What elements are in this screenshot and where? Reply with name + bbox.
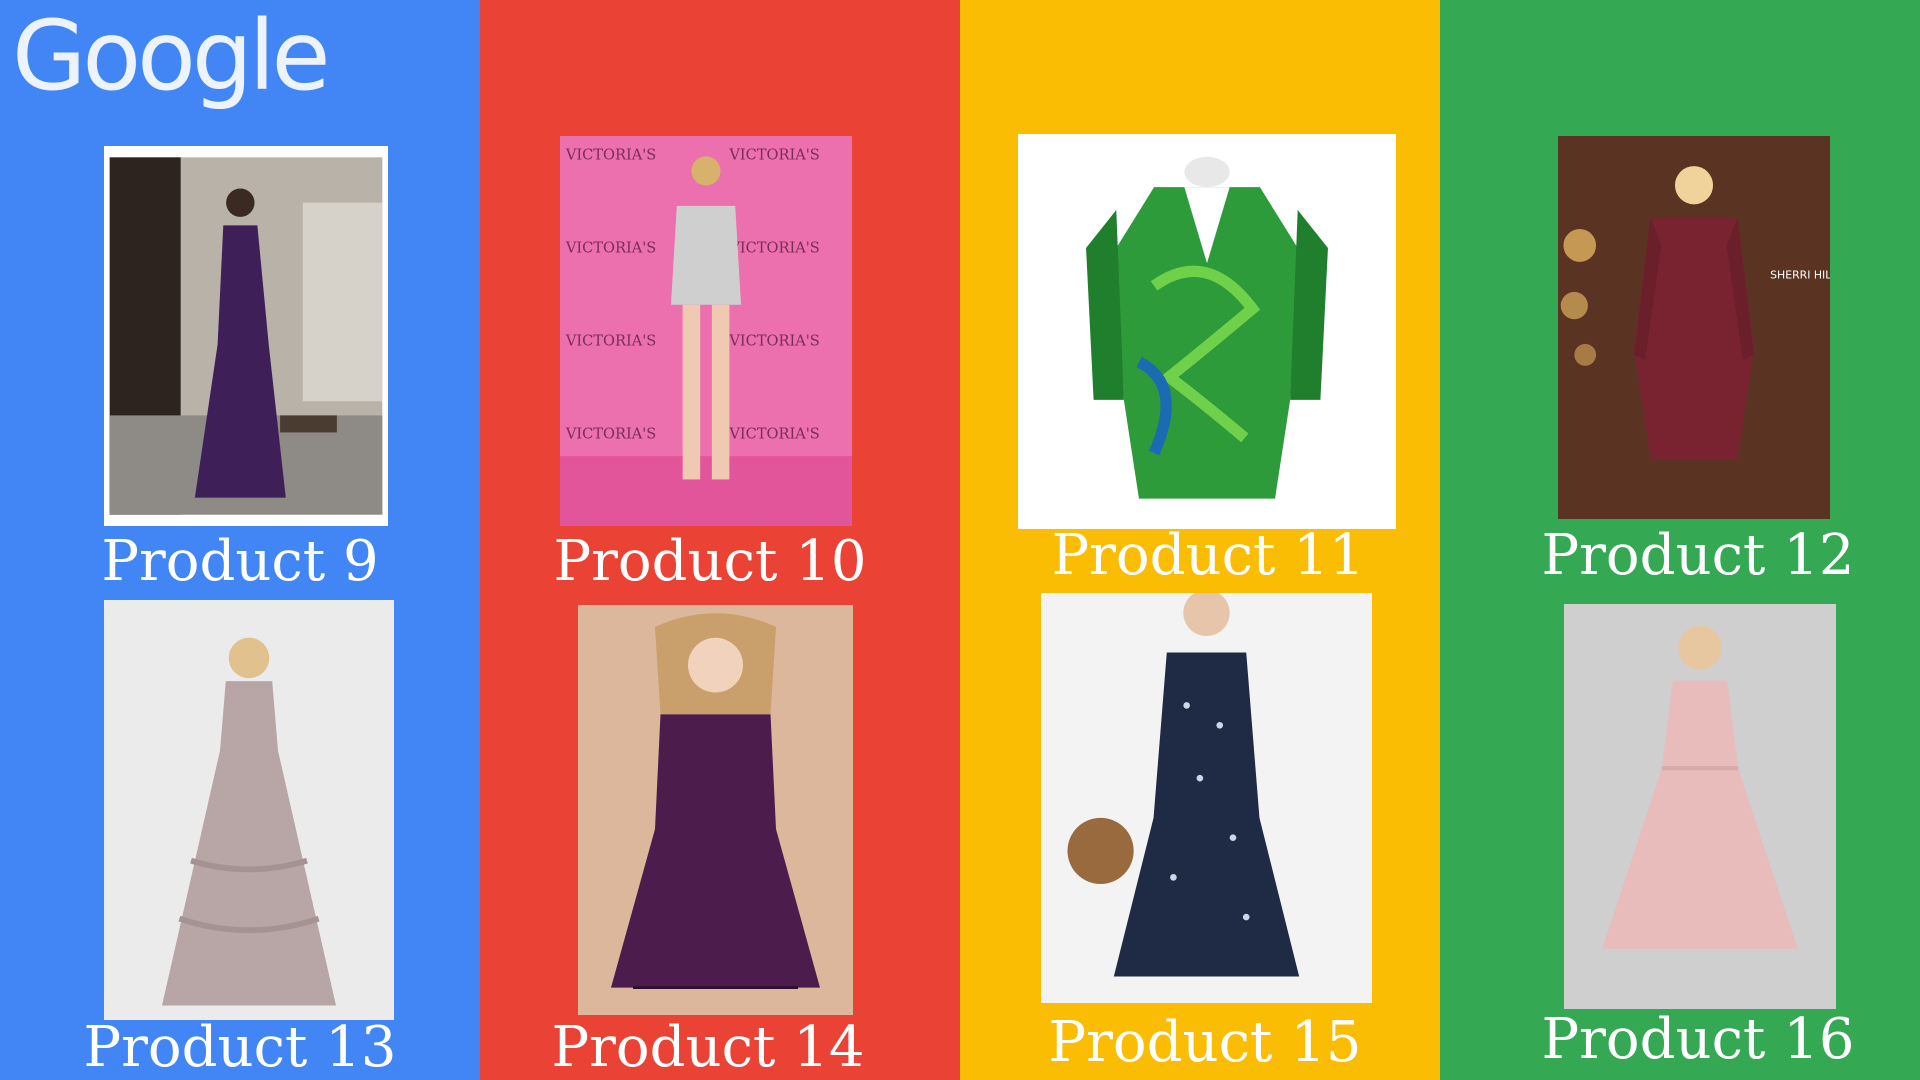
product-caption-11: Product 11	[1051, 523, 1365, 588]
product-image-11[interactable]	[1018, 134, 1396, 529]
product-caption-10: Product 10	[553, 529, 867, 594]
product-caption-15: Product 15	[1048, 1010, 1362, 1075]
product-caption-12: Product 12	[1541, 523, 1855, 588]
svg-text:VICTORIA'S: VICTORIA'S	[728, 239, 819, 256]
svg-text:VICTORIA'S: VICTORIA'S	[728, 333, 819, 350]
svg-text:SHERRI HILL: SHERRI HILL	[1770, 268, 1830, 281]
product-caption-9: Product 9	[101, 529, 379, 594]
product-caption-13: Product 13	[83, 1015, 397, 1080]
svg-text:VICTORIA'S: VICTORIA'S	[565, 146, 656, 163]
svg-text:VICTORIA'S: VICTORIA'S	[728, 146, 819, 163]
svg-text:VICTORIA'S: VICTORIA'S	[565, 426, 656, 443]
google-logo: Google	[12, 0, 331, 112]
product-board: Google Product 9 VICTORIA'S VICTORIA'S V…	[0, 0, 1920, 1080]
product-image-12[interactable]: SHERRI HILL	[1558, 136, 1830, 519]
product-image-14[interactable]	[578, 605, 853, 1015]
svg-text:VICTORIA'S: VICTORIA'S	[565, 333, 656, 350]
product-image-15[interactable]	[1041, 593, 1372, 1003]
product-image-10[interactable]: VICTORIA'S VICTORIA'S VICTORIA'S VICTORI…	[560, 136, 852, 526]
product-caption-14: Product 14	[551, 1015, 865, 1080]
svg-text:VICTORIA'S: VICTORIA'S	[728, 426, 819, 443]
product-image-9[interactable]	[104, 146, 388, 526]
product-caption-16: Product 16	[1541, 1007, 1855, 1072]
product-image-13[interactable]	[104, 600, 394, 1020]
svg-text:VICTORIA'S: VICTORIA'S	[565, 239, 656, 256]
product-image-16[interactable]	[1564, 604, 1836, 1009]
